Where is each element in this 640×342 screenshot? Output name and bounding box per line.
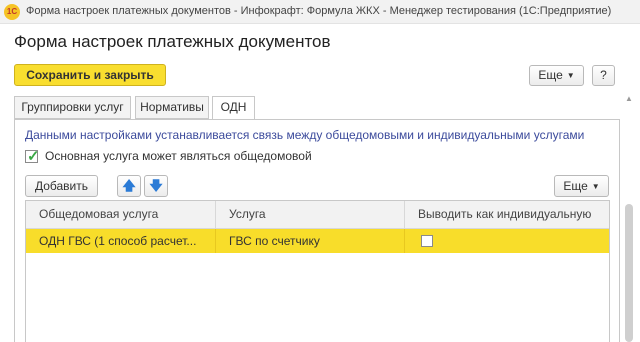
- save-and-close-button[interactable]: Сохранить и закрыть: [14, 64, 166, 86]
- chevron-down-icon: ▼: [591, 182, 600, 191]
- main-service-checkbox-label[interactable]: Основная услуга может являться общедомов…: [45, 149, 312, 163]
- help-button[interactable]: ?: [592, 65, 615, 86]
- info-text: Данными настройками устанавливается связ…: [25, 128, 585, 142]
- move-up-button[interactable]: 🡅: [117, 175, 141, 197]
- column-header-house-service[interactable]: Общедомовая услуга: [26, 201, 215, 228]
- more-menu-button[interactable]: Еще ▼: [529, 65, 584, 86]
- column-header-service[interactable]: Услуга: [215, 201, 404, 228]
- arrow-down-icon: 🡇: [149, 178, 163, 193]
- tab-norms[interactable]: Нормативы: [135, 96, 209, 119]
- scrollbar-thumb[interactable]: [625, 204, 633, 342]
- more-menu-label: Еще: [538, 68, 563, 82]
- app-logo-icon: 1С: [4, 4, 20, 20]
- table-more-menu-button[interactable]: Еще ▼: [554, 175, 609, 197]
- checkmark-icon: ✓: [27, 148, 40, 165]
- scrollbar[interactable]: ▲: [622, 92, 636, 342]
- tab-odn[interactable]: ОДН: [212, 96, 255, 120]
- scroll-up-icon[interactable]: ▲: [624, 94, 634, 104]
- chevron-down-icon: ▼: [566, 71, 575, 80]
- cell-service[interactable]: ГВС по счетчику: [215, 229, 404, 253]
- window-titlebar: 1С Форма настроек платежных документов -…: [0, 0, 640, 24]
- odn-table: Общедомовая услуга Услуга Выводить как и…: [25, 200, 610, 342]
- form-title: Форма настроек платежных документов: [14, 32, 331, 51]
- show-individual-checkbox[interactable]: [421, 235, 433, 247]
- table-row[interactable]: ОДН ГВС (1 способ расчет... ГВС по счетч…: [26, 229, 609, 253]
- column-header-show-individual[interactable]: Выводить как индивидуальную: [404, 201, 609, 228]
- tab-service-groups[interactable]: Группировки услуг: [14, 96, 131, 119]
- main-service-checkbox[interactable]: ✓: [25, 148, 40, 165]
- table-more-menu-label: Еще: [563, 179, 588, 193]
- add-button[interactable]: Добавить: [25, 175, 98, 197]
- cell-show-individual[interactable]: [404, 229, 609, 253]
- cell-house-service[interactable]: ОДН ГВС (1 способ расчет...: [26, 229, 215, 253]
- window-title: Форма настроек платежных документов - Ин…: [26, 5, 612, 17]
- table-header: Общедомовая услуга Услуга Выводить как и…: [26, 201, 609, 229]
- move-down-button[interactable]: 🡇: [144, 175, 168, 197]
- arrow-up-icon: 🡅: [122, 178, 136, 193]
